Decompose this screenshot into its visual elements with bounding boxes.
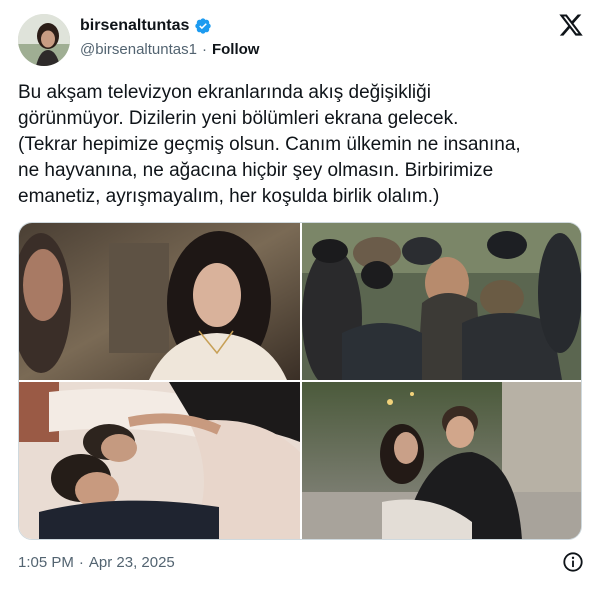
date: Apr 23, 2025 bbox=[88, 553, 175, 571]
tweet-text: Bu akşam televizyon ekranlarında akış de… bbox=[18, 82, 521, 207]
name-row: birsenaltuntas bbox=[80, 17, 212, 35]
verified-badge-icon bbox=[195, 18, 212, 34]
info-icon[interactable] bbox=[562, 551, 584, 573]
separator-dot: · bbox=[201, 41, 207, 58]
timestamp-separator: · bbox=[78, 553, 84, 571]
follow-button[interactable]: Follow bbox=[212, 41, 260, 58]
handle-row: @birsenaltuntas1 · Follow bbox=[80, 41, 259, 58]
media-image-2[interactable] bbox=[302, 223, 581, 380]
media-image-4[interactable] bbox=[302, 382, 581, 539]
woman-portrait-image bbox=[19, 223, 300, 380]
avatar-image bbox=[18, 14, 70, 66]
couple-embracing-image bbox=[302, 382, 581, 539]
avatar[interactable] bbox=[18, 14, 70, 66]
x-logo-icon[interactable] bbox=[558, 12, 584, 38]
timestamp[interactable]: 1:05 PM · Apr 23, 2025 bbox=[18, 554, 175, 571]
media-image-1[interactable] bbox=[19, 223, 300, 380]
couple-in-bed-image bbox=[19, 382, 300, 539]
time: 1:05 PM bbox=[18, 553, 74, 571]
handle[interactable]: @birsenaltuntas1 bbox=[80, 41, 197, 58]
tweet-header: birsenaltuntas @birsenaltuntas1 · Follow bbox=[18, 12, 584, 68]
media-grid bbox=[18, 222, 582, 540]
display-name[interactable]: birsenaltuntas bbox=[80, 17, 189, 35]
masked-warriors-image bbox=[302, 223, 581, 380]
tweet-footer: 1:05 PM · Apr 23, 2025 bbox=[18, 550, 584, 574]
media-image-3[interactable] bbox=[19, 382, 300, 539]
